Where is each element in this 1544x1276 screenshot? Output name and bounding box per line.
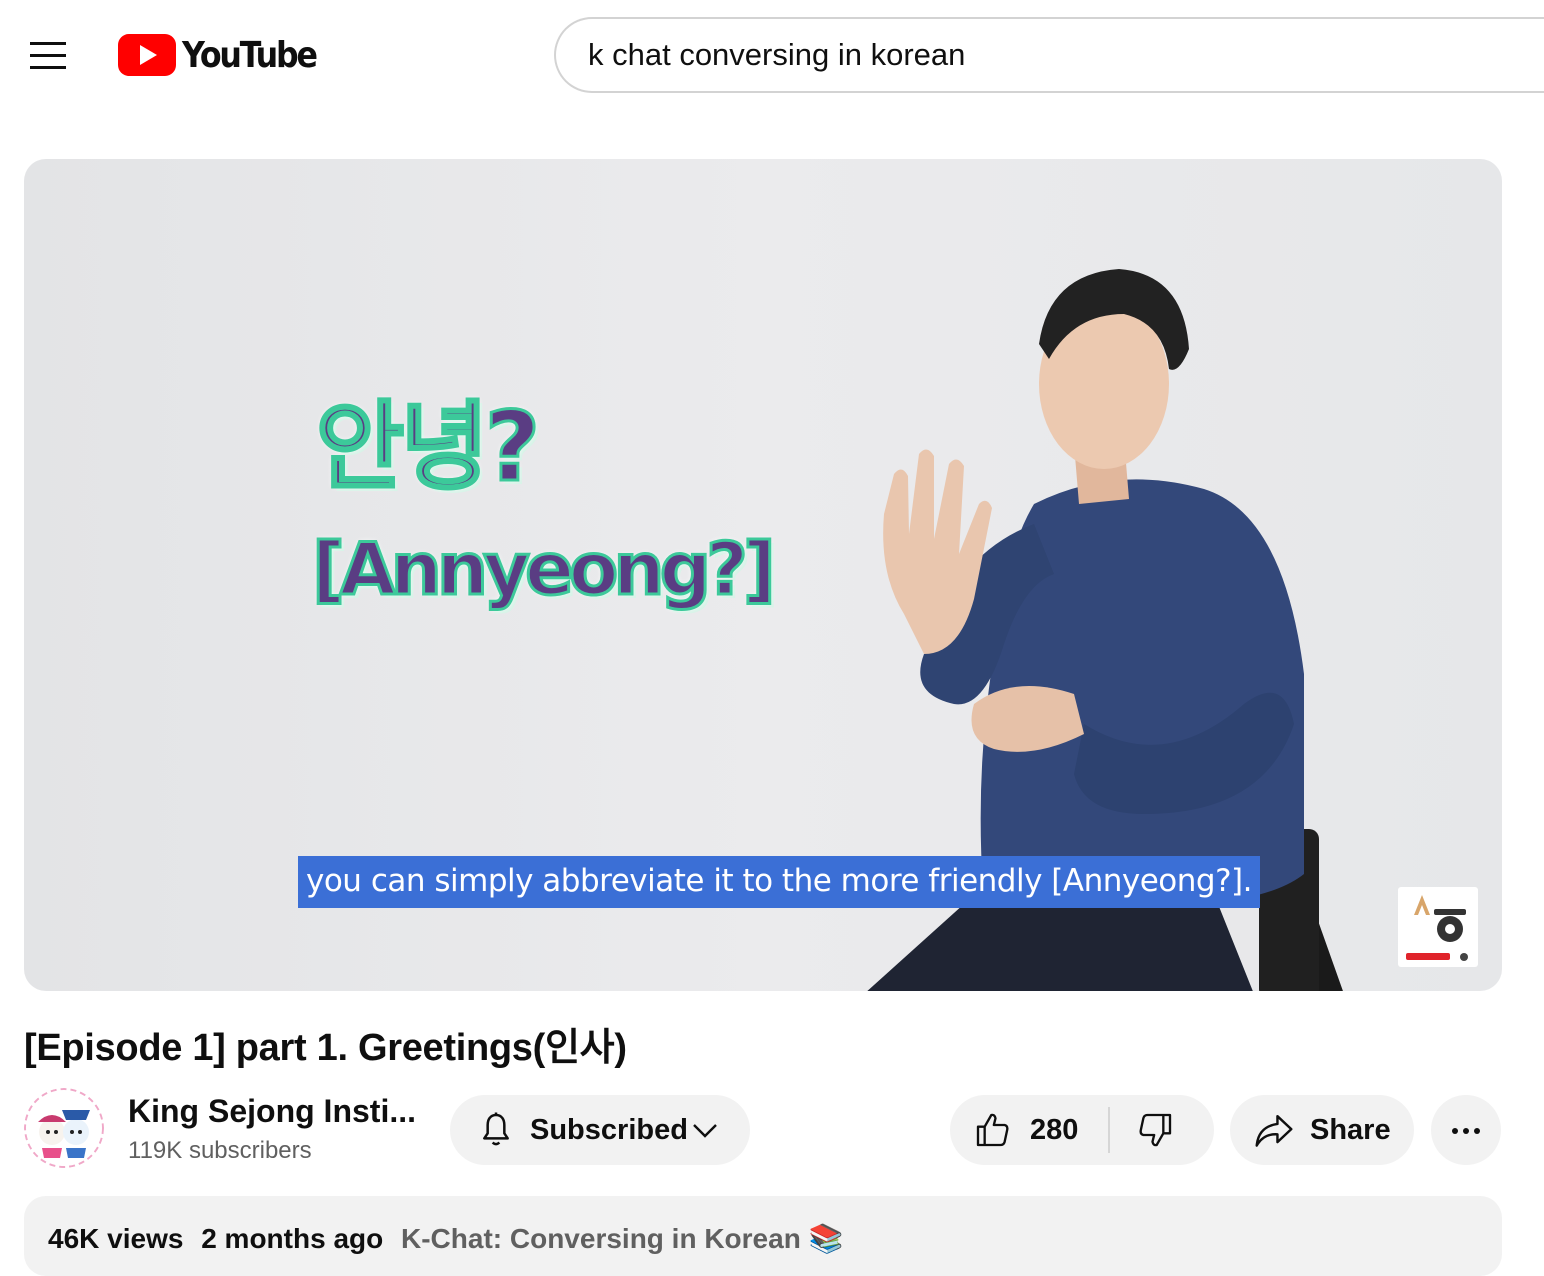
search-box[interactable] bbox=[554, 17, 1544, 93]
more-horizontal-icon bbox=[1452, 1128, 1480, 1134]
video-player[interactable]: 안녕? [Annyeong?] you can simply abbreviat… bbox=[24, 159, 1502, 991]
playlist-link[interactable]: K-Chat: Conversing in Korean 📚 bbox=[401, 1223, 843, 1254]
subscribed-label: Subscribed bbox=[530, 1114, 688, 1146]
video-title: [Episode 1] part 1. Greetings(인사) bbox=[24, 1027, 627, 1069]
description-meta: 46K views 2 months ago K-Chat: Conversin… bbox=[48, 1222, 843, 1255]
dislike-button[interactable] bbox=[1110, 1095, 1214, 1165]
brand-wordmark: YouTube bbox=[182, 34, 318, 76]
like-count: 280 bbox=[1030, 1114, 1079, 1146]
chevron-down-icon bbox=[693, 1124, 717, 1138]
like-button[interactable]: 280 bbox=[950, 1095, 1108, 1165]
overlay-romanization-text: [Annyeong?] bbox=[311, 526, 778, 613]
youtube-logo[interactable]: YouTube bbox=[118, 34, 334, 76]
share-label: Share bbox=[1310, 1114, 1391, 1146]
view-count: 46K views bbox=[48, 1223, 184, 1254]
share-arrow-icon bbox=[1255, 1114, 1293, 1147]
subscriber-count: 119K subscribers bbox=[128, 1137, 312, 1164]
youtube-logo-icon bbox=[118, 34, 176, 76]
thumbs-down-icon bbox=[1139, 1113, 1172, 1147]
thumbs-up-icon bbox=[976, 1113, 1009, 1147]
caption-text: you can simply abbreviate it to the more… bbox=[298, 856, 1260, 908]
bell-icon bbox=[483, 1112, 509, 1146]
description-box[interactable]: 46K views 2 months ago K-Chat: Conversin… bbox=[24, 1196, 1502, 1276]
channel-avatar[interactable] bbox=[24, 1088, 104, 1168]
menu-icon[interactable] bbox=[28, 40, 68, 72]
upload-date: 2 months ago bbox=[201, 1223, 384, 1254]
like-dislike-group: 280 bbox=[950, 1095, 1214, 1165]
more-actions-button[interactable] bbox=[1431, 1095, 1501, 1165]
watermark-logo-icon bbox=[1406, 895, 1468, 961]
search-input[interactable] bbox=[588, 19, 1488, 91]
channel-watermark[interactable] bbox=[1398, 887, 1478, 967]
subscribed-button[interactable]: Subscribed bbox=[450, 1095, 750, 1165]
channel-name[interactable]: King Sejong Insti... bbox=[128, 1093, 416, 1130]
share-button[interactable]: Share bbox=[1230, 1095, 1414, 1165]
overlay-hangul-text: 안녕? bbox=[314, 390, 541, 505]
